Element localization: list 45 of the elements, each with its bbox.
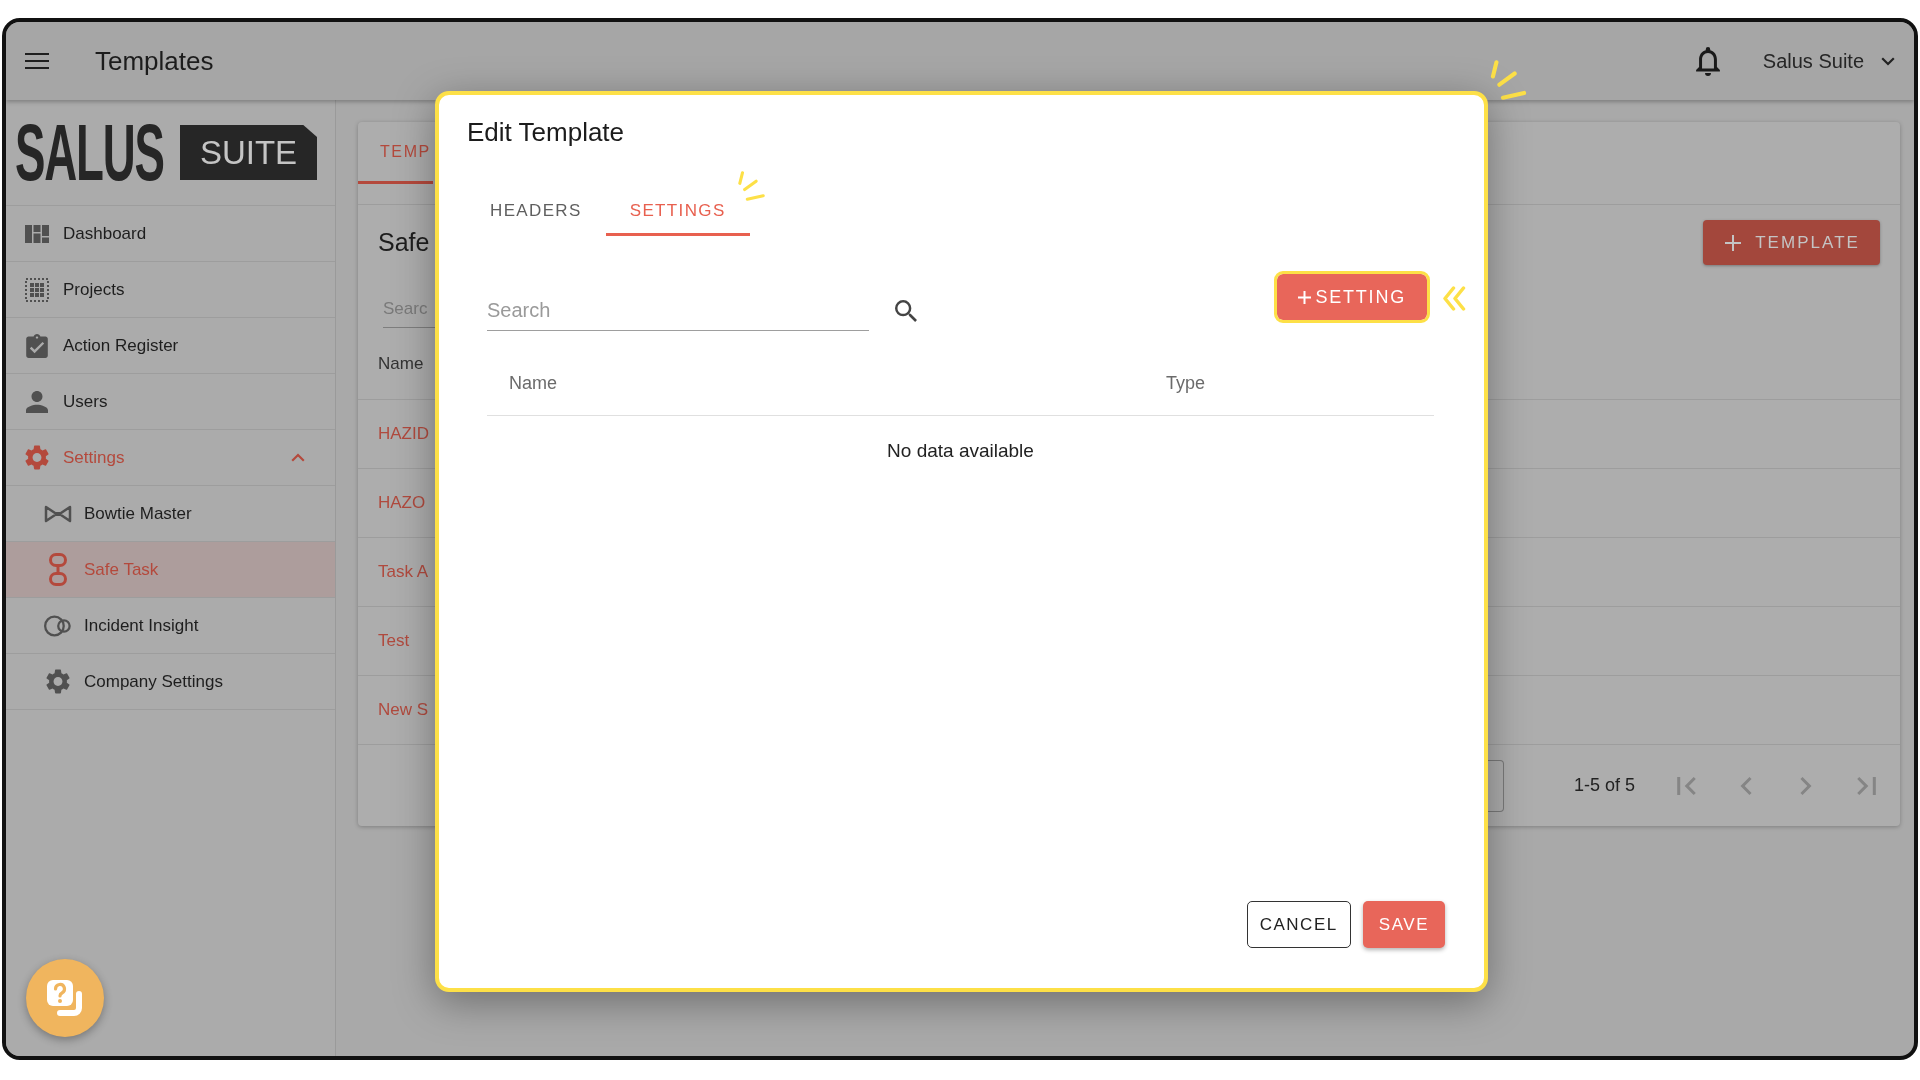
linked-rings-icon [49, 553, 67, 586]
table-cell-text: New S [378, 699, 429, 722]
sidebar-item[interactable]: Action Register [6, 318, 335, 374]
person-icon [26, 390, 48, 413]
clipboard-check-icon [26, 333, 48, 358]
account-menu[interactable]: Salus Suite [1762, 46, 1895, 76]
search-field[interactable]: Search [487, 291, 869, 331]
sidebar-item[interactable]: Users [6, 374, 335, 430]
dotted-grid-icon [25, 277, 49, 302]
help-chat-icon [45, 978, 85, 1018]
bowtie-icon [44, 504, 72, 523]
page-title: Templates [95, 45, 214, 77]
table-cell-text: HAZID [378, 423, 429, 446]
empty-state-text: No data available [887, 438, 1034, 463]
table-cell-text: Test [378, 630, 410, 653]
gear-icon [25, 445, 49, 470]
tab[interactable]: SETTINGS [605, 188, 750, 236]
overlapping-circles-icon [44, 614, 72, 637]
add-template-button[interactable]: TEMPLATE [1703, 220, 1880, 265]
add-setting-button[interactable]: SETTING [1274, 271, 1430, 323]
dashboard-icon [25, 224, 49, 243]
search-icon[interactable] [895, 300, 917, 322]
table-cell-text: HAZO [378, 492, 426, 515]
menu-icon[interactable] [25, 53, 49, 69]
sidebar-item[interactable]: Company Settings [6, 654, 335, 710]
column-header: Name [509, 372, 557, 395]
logo-wordmark: SALUS [15, 112, 164, 193]
sidebar-item[interactable]: Dashboard [6, 206, 335, 262]
page-range-text: 1-5 of 5 [1573, 774, 1635, 797]
save-button[interactable]: SAVE [1362, 901, 1445, 948]
gear-icon [46, 669, 70, 694]
plus-icon [1725, 234, 1742, 251]
tab[interactable]: HEADERS [466, 188, 606, 236]
table-cell-text: Task A [378, 561, 429, 584]
column-header: Name [378, 352, 424, 375]
sidebar-item[interactable]: Incident Insight [6, 598, 335, 654]
bell-icon[interactable] [1695, 46, 1720, 76]
cancel-button[interactable]: CANCEL [1246, 901, 1351, 948]
chevron-down-icon [1881, 56, 1895, 66]
section-title: Safe [378, 226, 430, 258]
column-header: Type [1166, 372, 1206, 395]
logo-badge: SUITE [180, 125, 317, 180]
sidebar-item[interactable]: Projects [6, 262, 335, 318]
plus-icon [1298, 290, 1312, 304]
dialog-title: Edit Template [467, 116, 625, 148]
